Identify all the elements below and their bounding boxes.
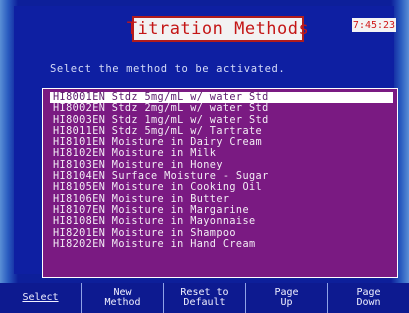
method-item[interactable]: HI8105EN Moisture in Cooking Oil xyxy=(43,182,397,193)
reset-label-line2: Default xyxy=(183,297,226,308)
method-item[interactable]: HI8103EN Moisture in Honey xyxy=(43,160,397,171)
select-button-label: Select xyxy=(22,291,59,303)
method-item[interactable]: HI8107EN Moisture in Margarine xyxy=(43,205,397,216)
main-panel: Titration Methods 7:45:23 Select the met… xyxy=(14,6,398,278)
function-key-bar: Select New Method Reset to Default Page … xyxy=(0,283,409,313)
instrument-screen: Titration Methods 7:45:23 Select the met… xyxy=(0,0,409,313)
page-title: Titration Methods xyxy=(126,19,310,39)
method-item[interactable]: HI8011EN Stdz 5mg/mL w/ Tartrate xyxy=(43,126,397,137)
method-item[interactable]: HI8201EN Moisture in Shampoo xyxy=(43,228,397,239)
method-item[interactable]: HI8002EN Stdz 2mg/mL w/ water Std xyxy=(43,103,397,114)
select-button[interactable]: Select xyxy=(0,283,81,313)
instruction-text: Select the method to be activated. xyxy=(50,63,286,75)
reset-to-default-button[interactable]: Reset to Default xyxy=(163,283,245,313)
new-method-button[interactable]: New Method xyxy=(81,283,163,313)
method-list[interactable]: HI8001EN Stdz 5mg/mL w/ water Std HI8002… xyxy=(42,88,398,278)
clock-display: 7:45:23 xyxy=(352,18,396,32)
method-item[interactable]: HI8102EN Moisture in Milk xyxy=(43,148,397,159)
page-up-label-line2: Up xyxy=(280,297,293,308)
method-item[interactable]: HI8001EN Stdz 5mg/mL w/ water Std xyxy=(50,92,393,104)
method-item[interactable]: HI8003EN Stdz 1mg/mL w/ water Std xyxy=(43,115,397,126)
method-item[interactable]: HI8202EN Moisture in Hand Cream xyxy=(43,239,397,250)
method-item[interactable]: HI8104EN Surface Moisture - Sugar xyxy=(43,171,397,182)
method-item[interactable]: HI8101EN Moisture in Dairy Cream xyxy=(43,137,397,148)
page-down-label-line2: Down xyxy=(356,297,381,308)
method-item[interactable]: HI8108EN Moisture in Mayonnaise xyxy=(43,216,397,227)
page-up-button[interactable]: Page Up xyxy=(245,283,327,313)
new-method-label-line2: Method xyxy=(104,297,141,308)
title-box: Titration Methods xyxy=(127,16,309,42)
page-down-button[interactable]: Page Down xyxy=(327,283,409,313)
method-item[interactable]: HI8106EN Moisture in Butter xyxy=(43,194,397,205)
